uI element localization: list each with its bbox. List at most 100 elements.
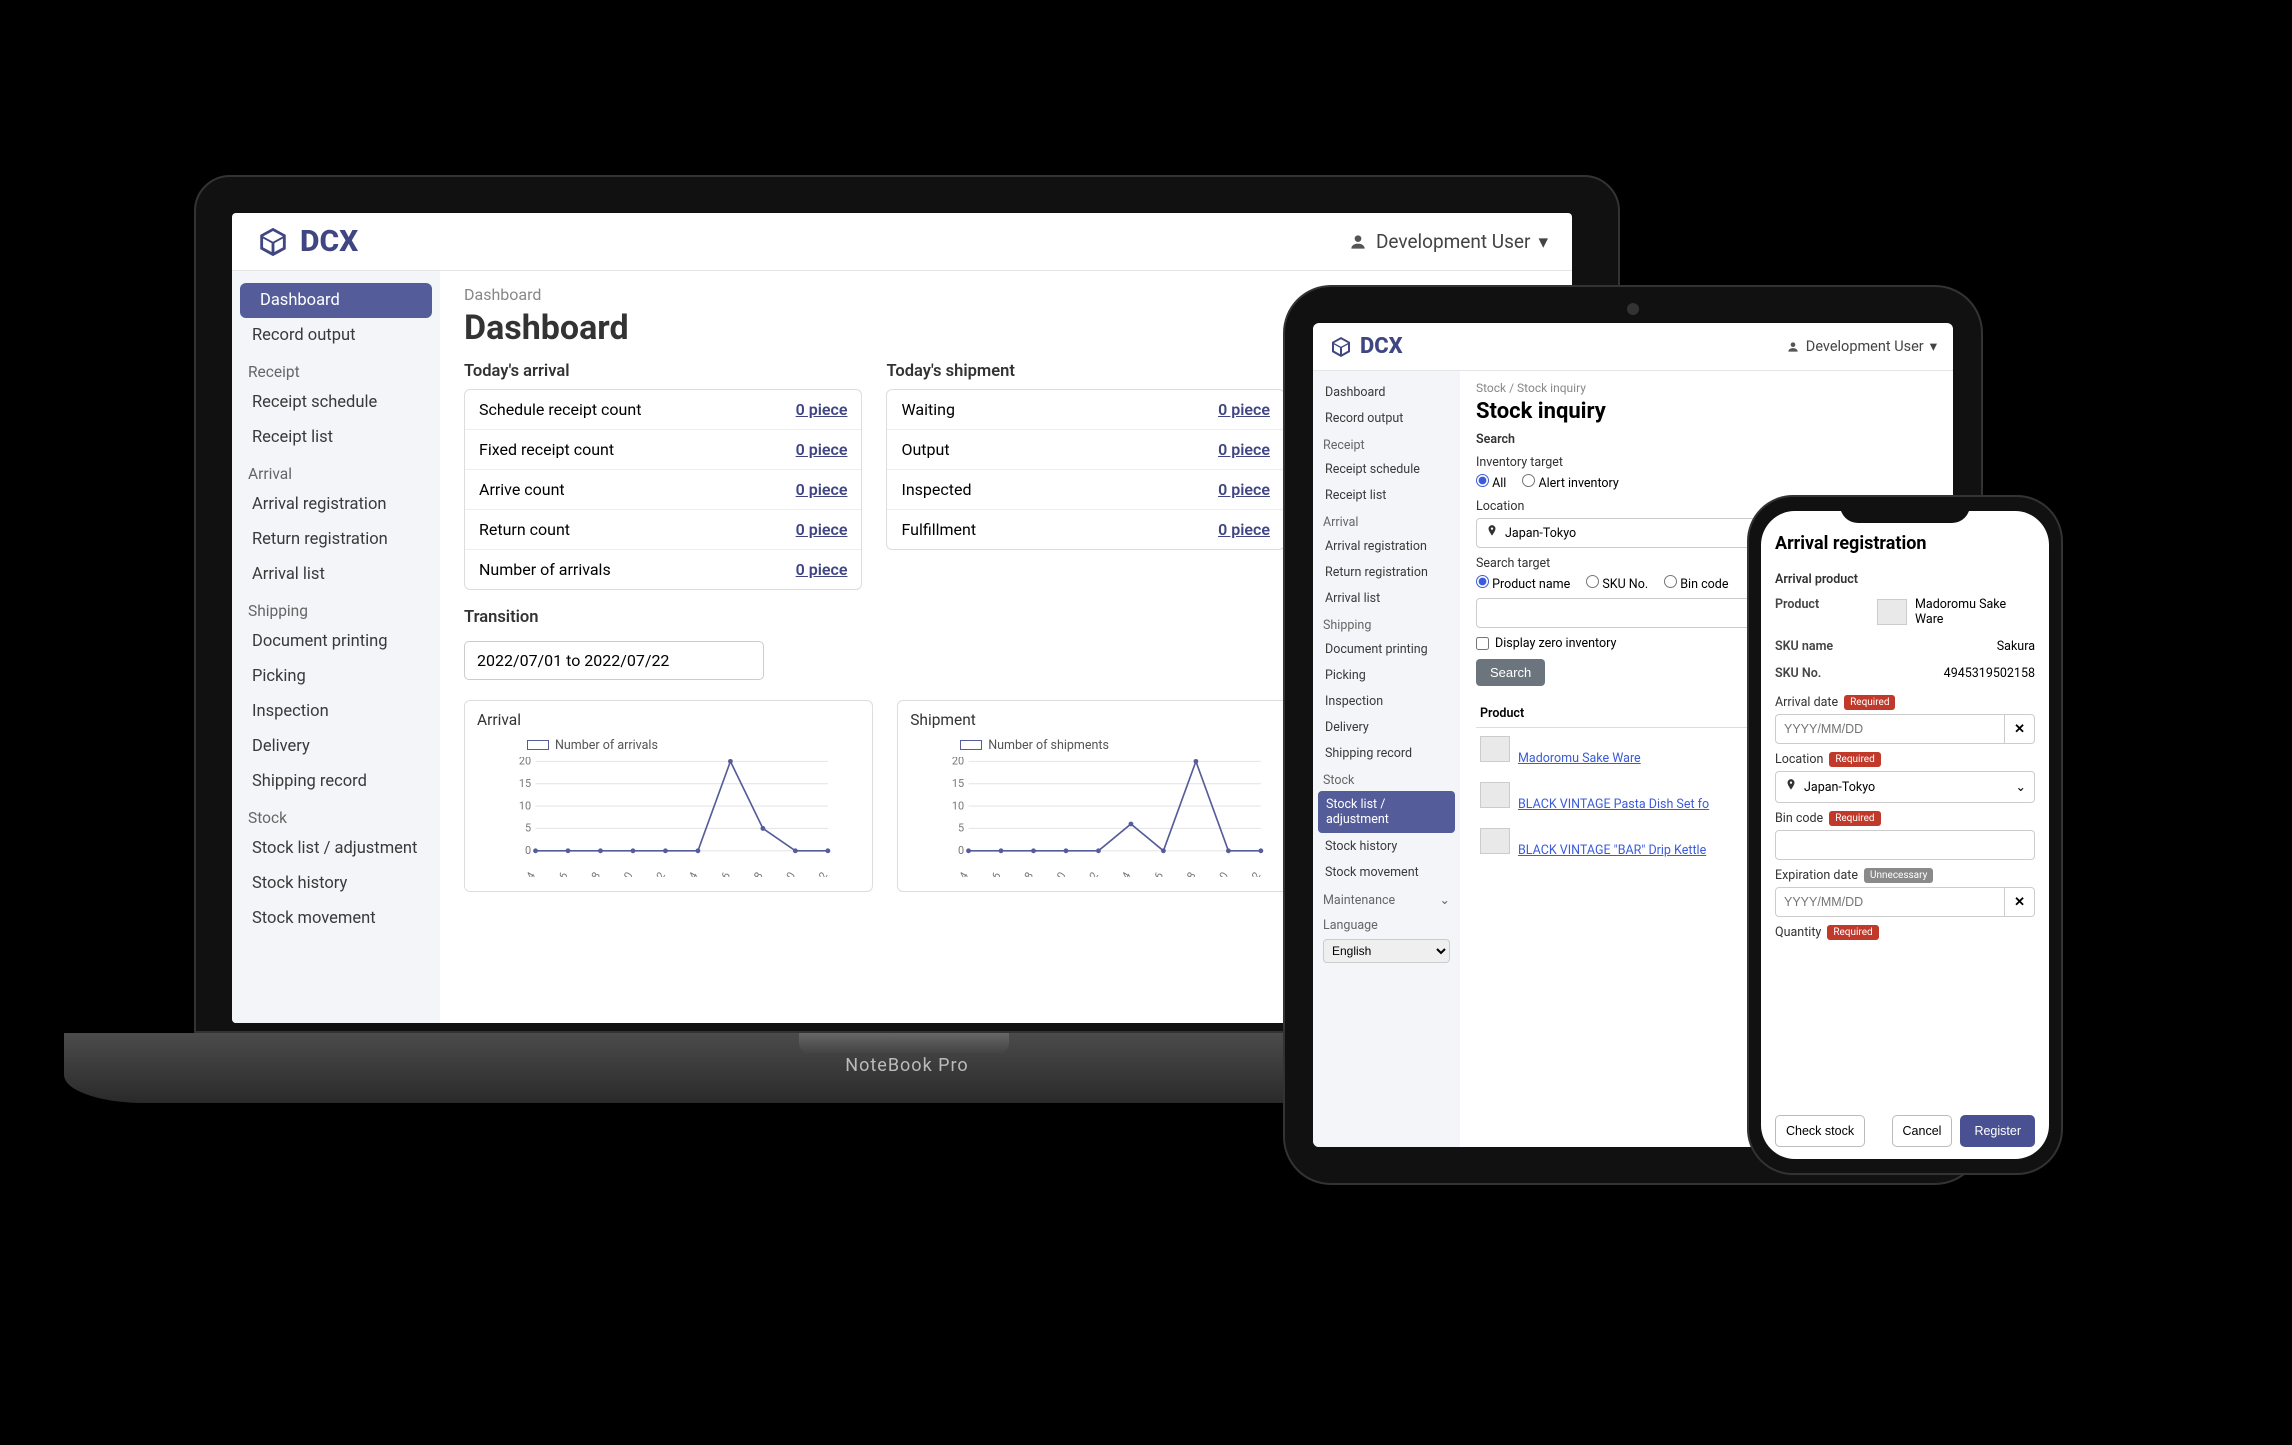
sidebar-item[interactable]: Stock list / adjustment (232, 831, 440, 866)
chart-arrival-heading: Arrival (477, 711, 860, 729)
card-row-value[interactable]: 0 piece (1218, 440, 1270, 459)
sidebar-item[interactable]: Stock movement (1313, 859, 1460, 885)
zero-inventory-checkbox[interactable] (1476, 637, 1489, 650)
card-row-value[interactable]: 0 piece (796, 520, 848, 539)
sidebar-item[interactable]: Stock history (1313, 833, 1460, 859)
sidebar-item[interactable]: Delivery (232, 729, 440, 764)
svg-text:5: 5 (525, 821, 531, 834)
radio-alert[interactable] (1522, 474, 1535, 487)
location-label: Location (1775, 752, 1823, 767)
sidebar-item[interactable]: Return registration (232, 522, 440, 557)
box-icon (1329, 335, 1353, 359)
clear-icon[interactable]: ✕ (2005, 714, 2035, 744)
sidebar-item[interactable]: Arrival list (232, 557, 440, 592)
sidebar-item[interactable]: Stock history (232, 866, 440, 901)
card-row-value[interactable]: 0 piece (1218, 400, 1270, 419)
sidebar-item[interactable]: Shipping record (1313, 740, 1460, 766)
card-heading-shipment: Today's shipment (886, 362, 1284, 381)
brand-text: DCX (1360, 334, 1403, 359)
sidebar-item[interactable]: Stock movement (232, 901, 440, 936)
sidebar-item[interactable]: Receipt schedule (232, 385, 440, 420)
brand-logo: DCX (256, 224, 358, 259)
sidebar-item[interactable]: Arrival registration (232, 487, 440, 522)
arrival-date-label: Arrival date (1775, 695, 1838, 710)
card-row: Return count0 piece (465, 510, 861, 550)
pin-icon (1784, 778, 1798, 796)
sidebar-item[interactable]: Shipping record (232, 764, 440, 799)
product-link[interactable]: Madoromu Sake Ware (1518, 751, 1641, 766)
sidebar-item[interactable]: Document printing (232, 624, 440, 659)
svg-text:07/22: 07/22 (805, 869, 831, 876)
card-row-value[interactable]: 0 piece (1218, 480, 1270, 499)
required-badge: Required (1829, 752, 1880, 767)
sidebar-group: Receipt (232, 353, 440, 385)
sidebar-item[interactable]: Delivery (1313, 714, 1460, 740)
svg-text:07/04: 07/04 (946, 869, 972, 876)
sidebar-item[interactable]: Inspection (1313, 688, 1460, 714)
radio-product-name[interactable] (1476, 575, 1489, 588)
bin-code-input[interactable] (1775, 830, 2035, 860)
check-stock-button[interactable]: Check stock (1775, 1115, 1865, 1147)
product-thumbnail (1480, 782, 1510, 808)
chevron-down-icon: ⌄ (2016, 779, 2026, 795)
sidebar-item[interactable]: Stock list / adjustment (1318, 791, 1455, 833)
zero-inventory-label: Display zero inventory (1495, 636, 1616, 651)
date-range-input[interactable]: 2022/07/01 to 2022/07/22 (464, 641, 764, 680)
card-row-value[interactable]: 0 piece (796, 440, 848, 459)
card-heading-arrival: Today's arrival (464, 362, 862, 381)
clear-icon[interactable]: ✕ (2005, 887, 2035, 917)
sidebar-item[interactable]: Inspection (232, 694, 440, 729)
radio-sku-no[interactable] (1586, 575, 1599, 588)
card-row-value[interactable]: 0 piece (1218, 520, 1270, 539)
product-thumbnail (1877, 599, 1907, 625)
svg-text:07/20: 07/20 (772, 869, 798, 876)
brand-logo: DCX (1329, 334, 1403, 359)
quantity-label: Quantity (1775, 925, 1821, 940)
sidebar-item[interactable]: Dashboard (240, 283, 432, 318)
sidebar: DashboardRecord output ReceiptReceipt sc… (1313, 371, 1460, 1147)
sidebar-item[interactable]: Record output (1313, 405, 1460, 431)
cancel-button[interactable]: Cancel (1892, 1115, 1953, 1147)
page-title: Arrival registration (1775, 533, 2035, 554)
sidebar-item[interactable]: Arrival registration (1313, 533, 1460, 559)
card-row-value[interactable]: 0 piece (796, 400, 848, 419)
caret-down-icon: ▾ (1930, 338, 1937, 355)
sidebar-maintenance[interactable]: Maintenance (1323, 893, 1395, 908)
search-button[interactable]: Search (1476, 659, 1545, 686)
sidebar-item[interactable]: Picking (232, 659, 440, 694)
sidebar-item[interactable]: Receipt list (1313, 482, 1460, 508)
sidebar-item[interactable]: Picking (1313, 662, 1460, 688)
expiration-date-input[interactable] (1775, 887, 2005, 917)
sidebar-item[interactable]: Receipt list (232, 420, 440, 455)
card-row-value[interactable]: 0 piece (796, 560, 848, 579)
user-menu[interactable]: Development User ▾ (1348, 230, 1548, 253)
radio-bin-code[interactable] (1664, 575, 1677, 588)
product-link[interactable]: BLACK VINTAGE "BAR" Drip Kettle (1518, 843, 1706, 858)
card-row: Fixed receipt count0 piece (465, 430, 861, 470)
sidebar-item[interactable]: Document printing (1313, 636, 1460, 662)
card-row: Schedule receipt count0 piece (465, 390, 861, 430)
user-name: Development User (1376, 230, 1531, 253)
radio-all[interactable] (1476, 474, 1489, 487)
sidebar-item[interactable]: Arrival list (1313, 585, 1460, 611)
arrival-date-input[interactable] (1775, 714, 2005, 744)
svg-text:07/16: 07/16 (1140, 869, 1166, 876)
sku-name-value: Sakura (1997, 639, 2035, 654)
sidebar-item[interactable]: Receipt schedule (1313, 456, 1460, 482)
required-badge: Required (1827, 925, 1878, 940)
sidebar-item[interactable]: Dashboard (1313, 379, 1460, 405)
sidebar-item[interactable]: Record output (232, 318, 440, 353)
location-select[interactable]: Japan-Tokyo ⌄ (1775, 771, 2035, 803)
product-link[interactable]: BLACK VINTAGE Pasta Dish Set fo (1518, 797, 1709, 812)
language-select[interactable]: English (1323, 939, 1450, 963)
card-row-label: Fulfillment (901, 520, 976, 539)
user-menu[interactable]: Development User ▾ (1786, 338, 1937, 355)
register-button[interactable]: Register (1960, 1115, 2035, 1147)
sidebar-group: Shipping (1313, 611, 1460, 636)
sidebar-group: Arrival (1313, 508, 1460, 533)
svg-text:07/06: 07/06 (545, 869, 571, 876)
chart-legend: Number of arrivals (527, 738, 658, 753)
sidebar-item[interactable]: Return registration (1313, 559, 1460, 585)
sku-no-label: SKU No. (1775, 666, 1855, 681)
card-row-value[interactable]: 0 piece (796, 480, 848, 499)
